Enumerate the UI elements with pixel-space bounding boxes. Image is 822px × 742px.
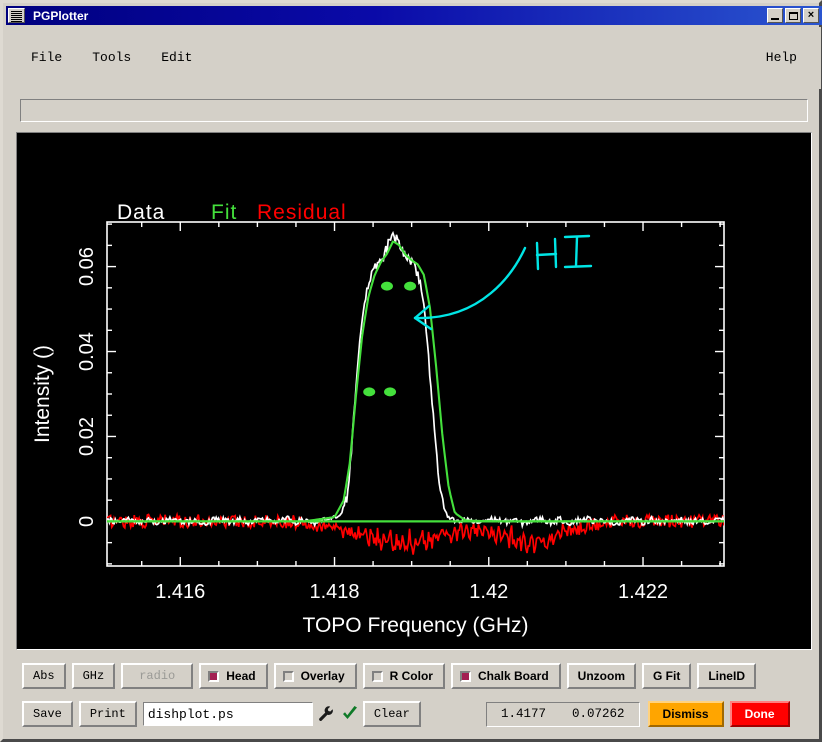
- control-row-file: Save Print dishplot.ps Clear: [22, 701, 427, 727]
- chalkboard-checkbox-box: [459, 670, 471, 682]
- abs-button[interactable]: Abs: [22, 663, 66, 689]
- overlay-checkbox-label: Overlay: [300, 669, 345, 683]
- wrench-icon: [318, 706, 333, 721]
- coordinate-readout: 1.4177 0.07262: [486, 701, 640, 727]
- svg-text:Residual: Residual: [257, 201, 347, 224]
- unzoom-button[interactable]: Unzoom: [566, 663, 636, 689]
- confirm-button[interactable]: [338, 701, 361, 727]
- filename-input[interactable]: dishplot.ps: [142, 702, 313, 726]
- menu-items: File Tools Edit: [29, 49, 194, 66]
- svg-text:Intensity (): Intensity (): [31, 345, 54, 443]
- plot-svg: Data Fit Residual 1.416 1.418 1.42 1.422 0 0.02 0…: [31, 201, 725, 637]
- head-checkbox-box: [208, 670, 220, 682]
- menu-file[interactable]: File: [29, 49, 64, 66]
- svg-text:0: 0: [76, 516, 98, 527]
- svg-text:Data: Data: [117, 201, 165, 224]
- save-button[interactable]: Save: [22, 701, 73, 727]
- control-row-status: 1.4177 0.07262 Dismiss Done: [486, 701, 790, 727]
- svg-text:0.04: 0.04: [76, 332, 98, 371]
- pgplotter-window: PGPlotter × File Tools Edit Help Data Fit…: [0, 0, 822, 742]
- coordinate-x: 1.4177: [501, 707, 547, 721]
- svg-text:TOPO Frequency (GHz): TOPO Frequency (GHz): [303, 614, 529, 637]
- control-row-toggles: Abs GHz radio Head Overlay R Color Chalk…: [22, 663, 762, 689]
- print-button[interactable]: Print: [78, 701, 137, 727]
- close-button[interactable]: ×: [803, 8, 819, 23]
- rcolor-checkbox[interactable]: R Color: [362, 663, 445, 689]
- svg-text:1.418: 1.418: [309, 581, 359, 603]
- overlay-checkbox-box: [282, 670, 294, 682]
- svg-text:0.02: 0.02: [76, 417, 98, 456]
- minimize-button[interactable]: [767, 8, 783, 23]
- svg-text:0.06: 0.06: [76, 247, 98, 286]
- svg-text:1.422: 1.422: [618, 581, 668, 603]
- rcolor-checkbox-label: R Color: [389, 669, 433, 683]
- svg-text:1.42: 1.42: [469, 581, 508, 603]
- titlebar-buttons: ×: [767, 8, 819, 23]
- radio-button: radio: [121, 663, 194, 689]
- rcolor-checkbox-box: [371, 670, 383, 682]
- svg-text:Fit: Fit: [211, 201, 237, 224]
- menu-edit[interactable]: Edit: [159, 49, 194, 66]
- coordinate-y: 0.07262: [572, 707, 625, 721]
- window-title: PGPlotter: [33, 8, 89, 23]
- head-checkbox[interactable]: Head: [199, 663, 268, 689]
- head-checkbox-label: Head: [226, 669, 256, 683]
- wrench-button[interactable]: [314, 701, 337, 727]
- minimize-icon: [771, 17, 779, 20]
- plot-canvas[interactable]: Data Fit Residual 1.416 1.418 1.42 1.422 0 0.02 0…: [16, 132, 812, 650]
- ghz-button[interactable]: GHz: [71, 663, 116, 689]
- dismiss-button[interactable]: Dismiss: [647, 701, 724, 727]
- window-menu-icon[interactable]: [8, 8, 25, 23]
- maximize-icon: [788, 11, 798, 20]
- overlay-checkbox[interactable]: Overlay: [273, 663, 357, 689]
- menu-tools[interactable]: Tools: [90, 49, 133, 66]
- maximize-button[interactable]: [785, 8, 801, 23]
- message-bar[interactable]: [20, 99, 808, 122]
- done-button[interactable]: Done: [729, 701, 790, 727]
- checkmark-icon: [342, 706, 357, 719]
- svg-text:1.416: 1.416: [155, 581, 205, 603]
- close-icon: ×: [807, 9, 815, 21]
- gfit-button[interactable]: G Fit: [641, 663, 692, 689]
- chalkboard-checkbox[interactable]: Chalk Board: [450, 663, 561, 689]
- menubar: File Tools Edit Help: [7, 27, 821, 89]
- lineid-button[interactable]: LineID: [697, 663, 756, 689]
- clear-button[interactable]: Clear: [362, 701, 421, 727]
- titlebar: PGPlotter ×: [6, 6, 822, 25]
- menu-help[interactable]: Help: [764, 49, 799, 66]
- chalkboard-checkbox-label: Chalk Board: [477, 669, 549, 683]
